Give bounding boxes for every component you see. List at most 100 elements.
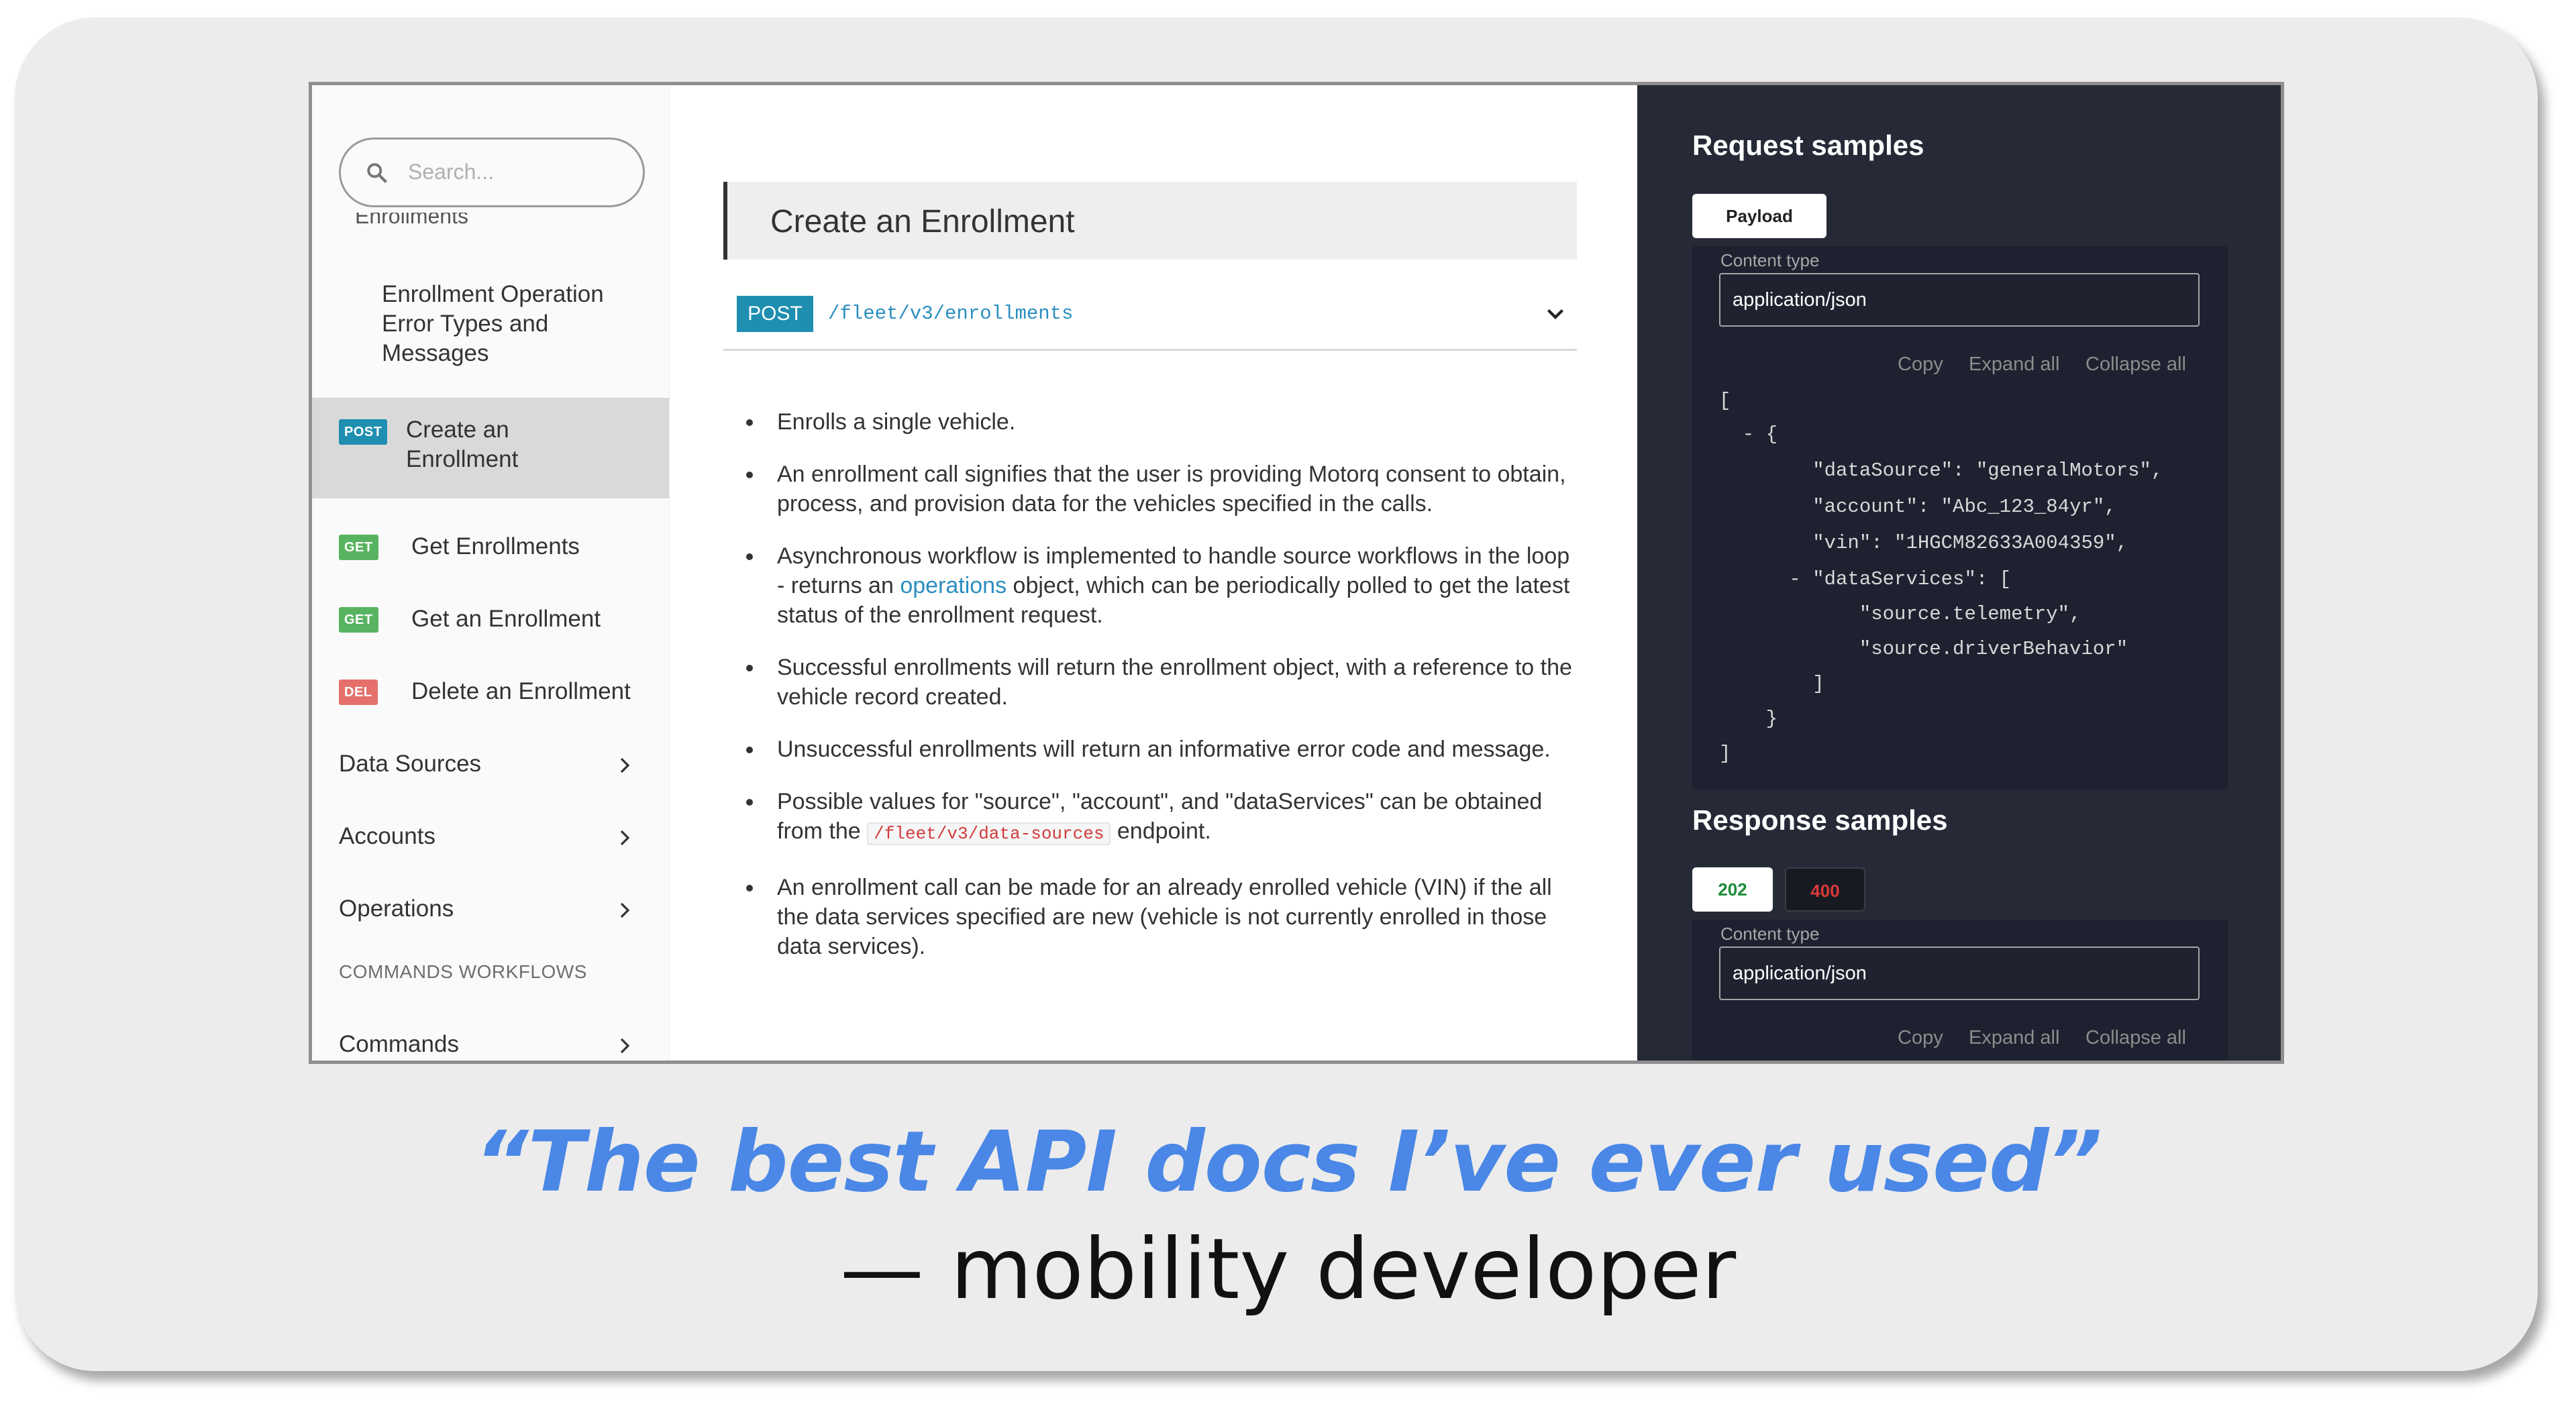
bullet-text: Possible values for "source", "account",… [777,789,1543,814]
response-sample-box: Content type application/json Copy Expan… [1692,920,2228,1061]
sidebar-item-create-enrollment[interactable]: POST Create an Enrollment [312,398,669,498]
sidebar-item-label: Get Enrollments [411,533,580,559]
bullet-text: data services). [777,934,926,959]
main-content: Create an Enrollment POST /fleet/v3/enro… [670,85,1637,1061]
bullet-text: the data services specified are new (veh… [777,904,1547,930]
collapse-all-button[interactable]: Collapse all [2085,354,2186,376]
samples-panel: Request samples Payload Content type app… [1637,85,2281,1061]
list-item: Enrolls a single vehicle. [737,407,1584,437]
chevron-right-icon [620,830,630,846]
search-icon [367,163,387,183]
sidebar-item-label: Accounts [339,823,435,849]
list-item: Possible values for "source", "account",… [737,787,1584,849]
sidebar-item-operations[interactable]: Operations [312,890,669,930]
bullet-text: status of the enrollment request. [777,602,1103,628]
content-type-label: Content type [1720,924,1820,944]
sidebar-item-label: Messages [382,340,489,366]
delete-method-badge: DEL [339,680,378,705]
collapse-all-button[interactable]: Collapse all [2085,1027,2186,1049]
code-line: } [1719,708,1778,730]
docs-screenshot: Search... Enrollments Enrollment Operati… [309,82,2284,1064]
code-line[interactable]: - { [1719,423,1778,445]
section-title: COMMANDS WORKFLOWS [339,961,587,982]
code-line: "source.driverBehavior" [1719,638,2128,660]
testimonial-attribution: — mobility developer [839,1221,1737,1318]
bullet-text: - returns an [777,573,900,598]
post-method-badge: POST [339,419,388,445]
bullet-text: Unsuccessful enrollments will return an … [777,737,1551,762]
sidebar-item-label: Operations [339,896,454,922]
bullet-text: Successful enrollments will return the e… [777,655,1572,680]
page-title: Create an Enrollment [770,204,1075,239]
bullet-text: vehicle record created. [777,684,1008,710]
code-line: ] [1719,673,1824,695]
copy-button[interactable]: Copy [1898,354,1943,376]
bullet-text: from the /fleet/v3/data-sources endpoint… [777,816,1584,849]
sidebar-item-error-types[interactable]: Enrollment Operation Error Types and Mes… [312,280,669,380]
sidebar-item-accounts[interactable]: Accounts [312,818,669,858]
tab-400[interactable]: 400 [1785,867,1865,912]
chevron-right-icon [620,1038,630,1054]
testimonial-quote: “The best API docs I’ve ever used” [474,1114,2102,1211]
sidebar-item-delete-enrollment[interactable]: DEL Delete an Enrollment [312,673,669,713]
sidebar-item-label: Delete an Enrollment [411,678,631,704]
sidebar-item-label: Data Sources [339,751,482,777]
endpoint-path: /fleet/v3/enrollments [828,303,1074,325]
code-line: "vin": "1HGCM82633A004359", [1719,532,2128,554]
code-line: "account": "Abc_123_84yr", [1719,496,2116,518]
bullet-text: Enrolls a single vehicle. [777,409,1016,435]
sidebar-item-get-enrollments[interactable]: GET Get Enrollments [312,528,669,568]
post-method-badge: POST [737,296,813,332]
sidebar: Search... Enrollments Enrollment Operati… [312,85,670,1061]
list-item: Unsuccessful enrollments will return an … [737,735,1584,764]
code-line: "source.telemetry", [1719,603,2081,625]
content-type-select[interactable]: application/json [1719,946,2200,1000]
list-item: An enrollment call can be made for an al… [737,873,1584,961]
operations-link[interactable]: operations [900,573,1007,598]
sidebar-item-label: Enrollment Operation [382,281,604,307]
search-input[interactable]: Search... [339,138,645,207]
list-item: Asynchronous workflow is implemented to … [737,541,1584,630]
content-type-select[interactable]: application/json [1719,273,2200,327]
code-line: [ [1719,390,1731,412]
bullet-text: An enrollment call can be made for an al… [777,875,1552,900]
code-line: "dataSource": "generalMotors", [1719,459,2163,482]
sidebar-item-commands[interactable]: Commands [312,1026,669,1061]
bullet-text: An enrollment call signifies that the us… [777,462,1566,487]
chevron-right-icon [620,757,630,773]
content-type-label: Content type [1720,250,1820,270]
sidebar-item-enrollments[interactable]: Enrollments [355,213,468,225]
chevron-down-icon[interactable] [1543,301,1567,325]
sidebar-item-get-enrollment[interactable]: GET Get an Enrollment [312,600,669,641]
bullet-text: endpoint. [1111,818,1211,844]
search-placeholder: Search... [408,160,495,184]
sidebar-item-label: Enrollment [406,446,519,472]
bullet-text: Asynchronous workflow is implemented to … [777,543,1570,569]
tab-payload[interactable]: Payload [1692,194,1826,238]
list-item: An enrollment call signifies that the us… [737,459,1584,519]
operation-header: Create an Enrollment [723,182,1577,260]
request-sample-box: Content type application/json Copy Expan… [1692,246,2228,790]
code-line: ] [1719,743,1731,765]
sidebar-item-label: Get an Enrollment [411,606,601,632]
expand-all-button[interactable]: Expand all [1969,1027,2059,1049]
chevron-right-icon [620,902,630,918]
bullet-text: object, which can be periodically polled… [1007,573,1570,598]
bullet-text: - returns an operations object, which ca… [777,571,1584,600]
expand-all-button[interactable]: Expand all [1969,354,2059,376]
get-method-badge: GET [339,535,378,560]
response-samples-title: Response samples [1692,804,1948,836]
code-line[interactable]: - "dataServices": [ [1719,568,2011,590]
bullet-text: from the [777,818,868,844]
sidebar-item-label: Error Types and [382,311,549,337]
inline-code: /fleet/v3/data-sources [867,822,1111,845]
copy-button[interactable]: Copy [1898,1027,1943,1049]
sidebar-item-label: Commands [339,1031,459,1057]
sidebar-item-data-sources[interactable]: Data Sources [312,745,669,786]
bullet-text: process, and provision data for the vehi… [777,491,1433,517]
list-item: Successful enrollments will return the e… [737,653,1584,712]
tab-202[interactable]: 202 [1692,867,1773,912]
get-method-badge: GET [339,607,378,633]
request-samples-title: Request samples [1692,129,1924,161]
endpoint-bar[interactable]: POST /fleet/v3/enrollments [723,286,1577,351]
